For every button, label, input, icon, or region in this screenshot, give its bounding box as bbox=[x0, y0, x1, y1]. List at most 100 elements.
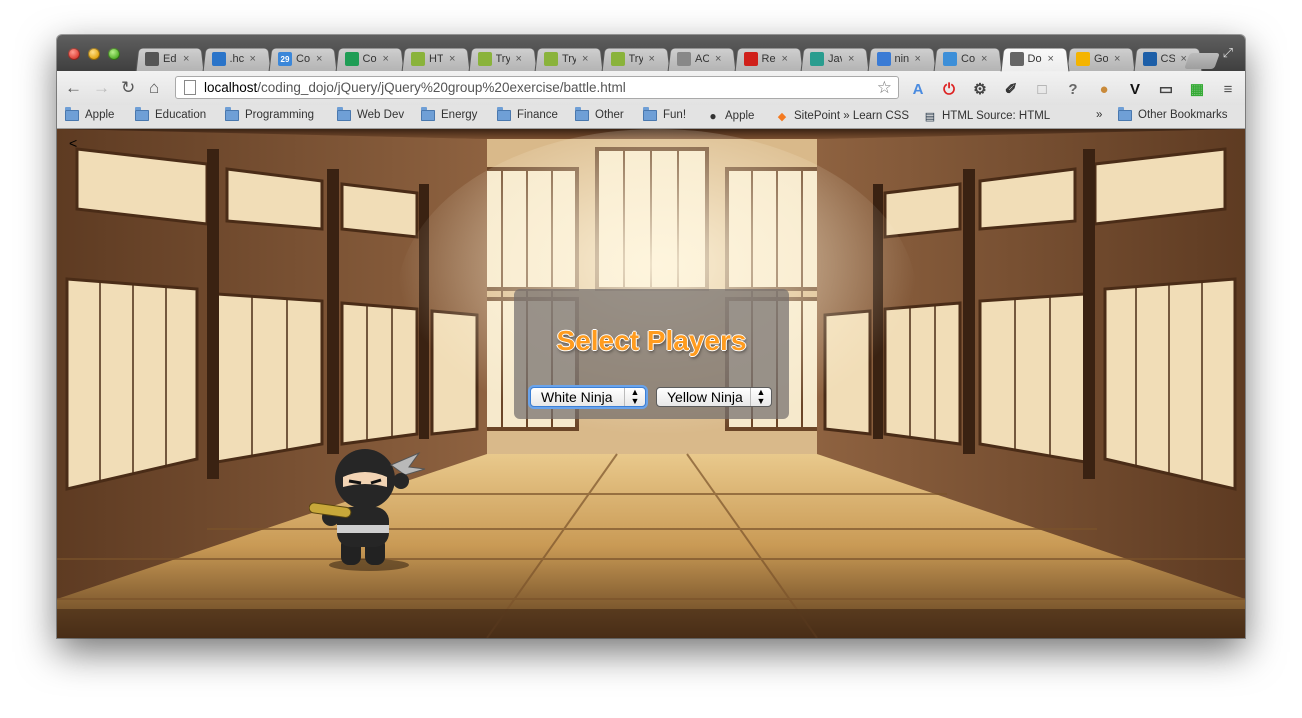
v-badge-icon[interactable]: V bbox=[1126, 80, 1144, 98]
html-source-icon: ▤ bbox=[924, 110, 936, 123]
folder-icon bbox=[225, 106, 239, 121]
google-icon bbox=[876, 52, 891, 66]
back-arrow-button[interactable]: < bbox=[69, 135, 77, 151]
tab-content: HT × bbox=[405, 48, 465, 70]
bookmark-label: Energy bbox=[441, 109, 478, 121]
tab-close-icon[interactable]: × bbox=[1181, 53, 1187, 65]
translate-icon[interactable]: A bbox=[909, 80, 927, 98]
bookmark-item[interactable]: Other bbox=[575, 106, 624, 121]
tab-label: Try bbox=[562, 53, 576, 65]
tab-content: Co × bbox=[339, 48, 399, 70]
stop-icon[interactable]: ⏻ bbox=[940, 80, 958, 98]
tab-label: .hc bbox=[229, 53, 244, 65]
tab-close-icon[interactable]: × bbox=[649, 53, 655, 65]
eyedropper-icon[interactable]: ✐ bbox=[1002, 80, 1020, 98]
player2-select[interactable]: Yellow Ninja ▲ ▼ bbox=[656, 387, 772, 407]
minimize-window-button[interactable] bbox=[88, 48, 100, 60]
tab-label: CS bbox=[1160, 53, 1175, 65]
tab-content: Go × bbox=[1070, 48, 1130, 70]
tab-content: .hc × bbox=[206, 48, 266, 70]
bookmark-item[interactable]: Energy bbox=[421, 106, 478, 121]
toolbar: ← → ↻ ⌂ localhost/coding_dojo/jQuery/jQu… bbox=[57, 71, 1245, 105]
tab-close-icon[interactable]: × bbox=[981, 53, 987, 65]
tab-content: 29 Co × bbox=[272, 48, 332, 70]
wave-icon bbox=[544, 52, 558, 66]
cookie-icon[interactable]: ● bbox=[1095, 80, 1113, 98]
tab-content: Ed × bbox=[139, 48, 199, 70]
bookmark-star-icon[interactable]: ☆ bbox=[877, 77, 892, 98]
bookmark-item[interactable]: Fun! bbox=[643, 106, 686, 121]
tab-label: Re bbox=[761, 53, 776, 65]
sheet-icon bbox=[344, 52, 359, 66]
bookmark-item[interactable]: ▤ HTML Source: HTML bbox=[923, 109, 1054, 123]
player1-select[interactable]: White Ninja ▲ ▼ bbox=[530, 387, 646, 407]
wave-icon bbox=[610, 52, 625, 66]
folder-icon bbox=[497, 106, 511, 121]
tab-close-icon[interactable]: × bbox=[715, 53, 721, 65]
bookmark-item[interactable]: Programming bbox=[225, 106, 314, 121]
plus-icon bbox=[810, 52, 824, 66]
folder-icon bbox=[65, 106, 79, 121]
select-players-panel: Select Players White Ninja ▲ ▼ Yellow Nin… bbox=[514, 289, 789, 419]
forward-button[interactable]: → bbox=[93, 78, 110, 98]
bookmarks-bar: Apple Education Programming Web Dev Energy Fi… bbox=[57, 105, 1245, 129]
url-text: localhost/coding_dojo/jQuery/jQuery%20gr… bbox=[204, 80, 626, 95]
bookmark-item[interactable]: ◆ SitePoint » Learn CSS bbox=[775, 109, 912, 123]
fullscreen-icon[interactable]: ⤢ bbox=[1223, 45, 1233, 61]
menu-icon[interactable]: ≡ bbox=[1219, 80, 1237, 98]
tab-close-icon[interactable]: × bbox=[582, 53, 588, 65]
bookmark-item[interactable]: Finance bbox=[497, 106, 558, 121]
tab-close-icon[interactable]: × bbox=[782, 53, 788, 65]
bookmark-item[interactable]: Apple bbox=[65, 106, 115, 121]
bookmark-label: Finance bbox=[517, 109, 558, 121]
bookmark-label: Apple bbox=[85, 109, 115, 121]
tab-close-icon[interactable]: × bbox=[848, 53, 854, 65]
tab-label: AC bbox=[695, 53, 709, 65]
bookmark-label: Web Dev bbox=[357, 109, 405, 121]
tab-content: Try × bbox=[538, 48, 598, 70]
ruler-icon[interactable]: ? bbox=[1064, 80, 1082, 98]
bookmark-item[interactable]: Education bbox=[135, 106, 207, 121]
tab-label: Co bbox=[961, 53, 975, 65]
tab-label: Ed bbox=[163, 53, 177, 65]
globe-icon bbox=[1009, 52, 1024, 66]
calendar-icon: 29 bbox=[278, 52, 292, 66]
close-window-button[interactable] bbox=[68, 48, 80, 60]
tab-content: CS × bbox=[1137, 48, 1197, 70]
tab-close-icon[interactable]: × bbox=[383, 53, 389, 65]
bookmark-label: Apple bbox=[725, 110, 755, 122]
back-button[interactable]: ← bbox=[65, 78, 82, 98]
bookmark-item[interactable]: ● Apple bbox=[706, 109, 754, 123]
browser-window: Ed × .hc × 29 Co × Co × HT × Try × Try × Try × AC × Re × Jav ×… bbox=[57, 35, 1245, 638]
tab-label: Jav bbox=[828, 53, 842, 65]
tab-label: Go bbox=[1094, 53, 1108, 65]
tab-close-icon[interactable]: × bbox=[449, 53, 455, 65]
tab-label: Co bbox=[362, 53, 377, 65]
tag-icon[interactable]: □ bbox=[1033, 80, 1051, 98]
tab-close-icon[interactable]: × bbox=[1048, 53, 1054, 65]
player2-select-value: Yellow Ninja bbox=[667, 389, 743, 405]
bookmark-item[interactable]: Web Dev bbox=[337, 106, 405, 121]
other-bookmarks-folder[interactable]: Other Bookmarks bbox=[1118, 106, 1227, 121]
home-button[interactable]: ⌂ bbox=[149, 78, 159, 98]
tab-label: Co bbox=[296, 53, 310, 65]
folder-icon bbox=[421, 106, 435, 121]
page-icon bbox=[184, 80, 196, 95]
tab-close-icon[interactable]: × bbox=[915, 53, 921, 65]
tab-close-icon[interactable]: × bbox=[250, 53, 256, 65]
address-bar[interactable]: localhost/coding_dojo/jQuery/jQuery%20gr… bbox=[175, 76, 899, 99]
window-resizer-icon[interactable]: ▭ bbox=[1157, 80, 1175, 98]
tab-content: Re × bbox=[738, 48, 798, 70]
settings-icon[interactable]: ⚙ bbox=[971, 80, 989, 98]
tab-close-icon[interactable]: × bbox=[1114, 53, 1120, 65]
reload-button[interactable]: ↻ bbox=[121, 78, 135, 98]
tab-close-icon[interactable]: × bbox=[516, 53, 522, 65]
bookmark-label: Education bbox=[155, 109, 207, 121]
tab-close-icon[interactable]: × bbox=[183, 53, 189, 65]
color-picker-icon[interactable]: ▦ bbox=[1188, 80, 1206, 98]
tab-content: nin × bbox=[871, 48, 931, 70]
tab-close-icon[interactable]: × bbox=[316, 53, 322, 65]
zoom-window-button[interactable] bbox=[108, 48, 120, 60]
tab-content: Try × bbox=[472, 48, 532, 70]
bookmarks-overflow-button[interactable]: » bbox=[1096, 109, 1102, 121]
